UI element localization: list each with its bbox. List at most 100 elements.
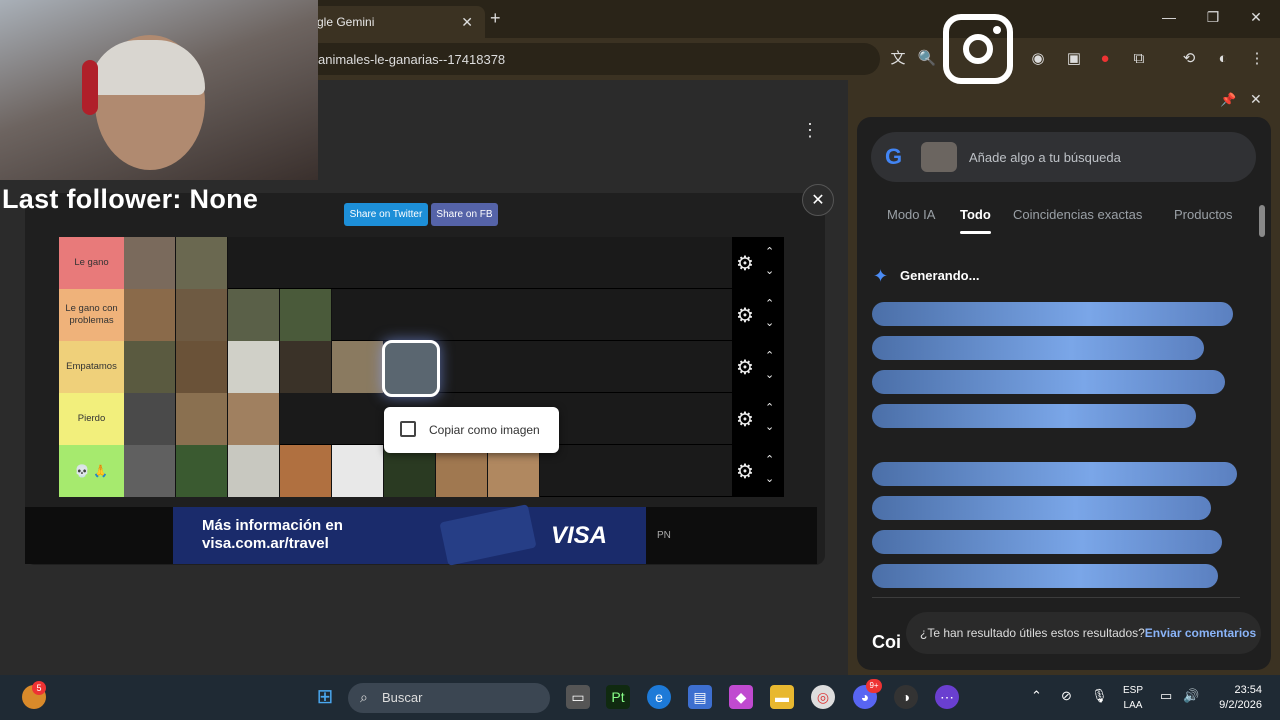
close-panel-icon[interactable]: ✕: [1250, 91, 1262, 108]
divider: [872, 597, 1240, 598]
animal-image[interactable]: [280, 341, 332, 393]
loading-bar: [872, 462, 1237, 486]
animal-image[interactable]: [176, 237, 228, 289]
m365-icon[interactable]: ◆: [729, 685, 753, 709]
gear-icon[interactable]: ⚙: [736, 251, 754, 276]
edge-icon[interactable]: e: [647, 685, 671, 709]
visa-ad[interactable]: Más información en visa.com.ar/travel VI…: [173, 504, 646, 566]
animal-image[interactable]: [332, 341, 384, 393]
tab-productos[interactable]: Productos: [1174, 207, 1233, 222]
extensions-puzzle-icon[interactable]: ⧉: [1129, 49, 1149, 69]
feedback-bar: ¿Te han resultado útiles estos resultado…: [906, 612, 1261, 654]
animal-image[interactable]: [124, 341, 176, 393]
animal-image[interactable]: [124, 445, 176, 497]
modal-close-button[interactable]: ✕: [802, 184, 834, 216]
loading-bar: [872, 530, 1222, 554]
chevron-down-icon[interactable]: ⌄: [765, 264, 774, 277]
tab-todo[interactable]: Todo: [960, 207, 991, 222]
animal-image[interactable]: [124, 237, 176, 289]
gear-icon[interactable]: ⚙: [736, 303, 754, 328]
animal-image[interactable]: [124, 393, 176, 445]
chevron-up-icon[interactable]: ⌃: [765, 297, 774, 310]
taskbar-search[interactable]: ⌕ Buscar: [348, 683, 550, 713]
animal-image[interactable]: [176, 341, 228, 393]
zoom-icon[interactable]: 🔍: [917, 49, 937, 69]
gear-icon[interactable]: ⚙: [736, 407, 754, 432]
copy-as-image-option[interactable]: Copiar como imagen: [429, 423, 540, 437]
animal-image[interactable]: [124, 289, 176, 341]
tab-modo-ia[interactable]: Modo IA: [887, 207, 935, 222]
chevron-down-icon[interactable]: ⌄: [765, 420, 774, 433]
animal-image[interactable]: [280, 445, 332, 497]
generating-status: Generando...: [900, 268, 980, 283]
browser-tab[interactable]: gle Gemini ✕: [305, 6, 485, 38]
extension-icon[interactable]: ◉: [1028, 49, 1048, 69]
new-tab-button[interactable]: +: [490, 8, 501, 29]
animal-image[interactable]: [228, 289, 280, 341]
animal-image[interactable]: [228, 393, 280, 445]
chevron-down-icon[interactable]: ⌄: [765, 368, 774, 381]
tab-close-icon[interactable]: ✕: [461, 14, 473, 31]
animal-image[interactable]: [176, 445, 228, 497]
clock[interactable]: 23:54 9/2/2026: [1212, 683, 1262, 713]
chevron-up-icon[interactable]: ⌃: [765, 453, 774, 466]
minimize-button[interactable]: —: [1157, 9, 1181, 25]
search-icon: ⌕: [360, 689, 368, 705]
store-icon[interactable]: ▤: [688, 685, 712, 709]
volume-icon[interactable]: 🔊: [1183, 688, 1199, 704]
animal-image[interactable]: [228, 341, 280, 393]
search-label: Buscar: [382, 690, 423, 705]
chevron-down-icon[interactable]: ⌄: [765, 316, 774, 329]
share-fb-button[interactable]: Share on FB: [431, 203, 498, 226]
language-code: ESP: [1122, 685, 1143, 696]
chat-app-icon[interactable]: ⋯: [935, 685, 959, 709]
tier-label: Empatamos: [59, 341, 124, 393]
chevron-up-icon[interactable]: ⌃: [765, 401, 774, 414]
tier-label: Le gano: [59, 237, 124, 289]
tier-images: [124, 393, 280, 445]
windows-start-icon[interactable]: ⊞: [313, 685, 337, 709]
chevron-down-icon[interactable]: ⌄: [765, 472, 774, 485]
app-icon[interactable]: ◑: [894, 685, 918, 709]
gear-icon[interactable]: ⚙: [736, 355, 754, 380]
send-feedback-link[interactable]: Enviar comentarios: [1145, 626, 1256, 640]
language-indicator[interactable]: ESP LAA: [1118, 683, 1148, 713]
animal-image[interactable]: [228, 445, 280, 497]
display-icon[interactable]: ▭: [1160, 688, 1172, 704]
pt-app-icon[interactable]: Pt: [606, 685, 630, 709]
network-off-icon[interactable]: ⊘: [1061, 688, 1072, 704]
record-icon[interactable]: ●: [1095, 49, 1115, 69]
gear-icon[interactable]: ⚙: [736, 459, 754, 484]
task-view-icon[interactable]: ▭: [566, 685, 590, 709]
translate-icon[interactable]: 文: [888, 49, 908, 69]
page-menu-icon[interactable]: ⋮: [801, 120, 819, 141]
tab-coincidencias-exactas[interactable]: Coincidencias exactas: [1013, 207, 1142, 222]
file-explorer-icon[interactable]: ▬: [770, 685, 794, 709]
browser-menu-icon[interactable]: ⋮: [1247, 49, 1267, 69]
share-twitter-button[interactable]: Share on Twitter: [344, 203, 428, 226]
scrollbar[interactable]: [1259, 205, 1265, 237]
selected-animal-image[interactable]: [382, 340, 440, 397]
google-lens-icon[interactable]: ⟲: [1179, 49, 1199, 69]
animal-image[interactable]: [280, 289, 332, 341]
search-image-thumbnail[interactable]: [921, 142, 957, 172]
maximize-button[interactable]: ❐: [1201, 9, 1225, 26]
profile-avatar[interactable]: ◐: [1213, 49, 1233, 69]
close-window-button[interactable]: ✕: [1244, 9, 1268, 26]
microphone-icon[interactable]: 🎙: [1091, 688, 1108, 704]
animal-image[interactable]: [332, 445, 384, 497]
animal-image[interactable]: [176, 393, 228, 445]
lens-search-box[interactable]: G Añade algo a tu búsqueda: [871, 132, 1256, 182]
notification-badge: 5: [32, 681, 46, 695]
chevron-up-icon[interactable]: ⌃: [765, 349, 774, 362]
pin-icon[interactable]: 📌: [1220, 92, 1236, 108]
animal-image[interactable]: [176, 289, 228, 341]
chevron-up-icon[interactable]: ⌃: [1031, 688, 1042, 704]
address-bar[interactable]: animales-le-ganarias--17418378: [300, 43, 880, 75]
chrome-icon[interactable]: ◎: [811, 685, 835, 709]
chevron-up-icon[interactable]: ⌃: [765, 245, 774, 258]
extension-icon[interactable]: ▣: [1064, 49, 1084, 69]
instagram-icon: [943, 14, 1013, 84]
date: 9/2/2026: [1219, 699, 1262, 711]
tier-label: Le gano con problemas: [59, 289, 124, 341]
